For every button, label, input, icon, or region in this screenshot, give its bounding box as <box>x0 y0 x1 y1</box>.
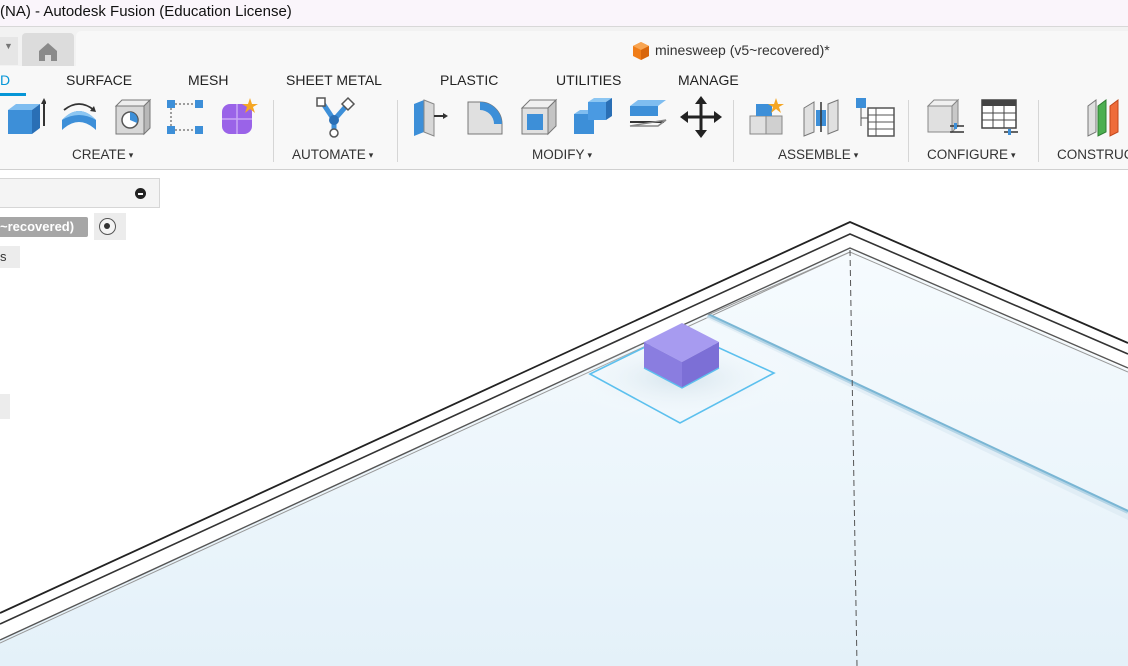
tab-utilities[interactable]: UTILITIES <box>556 72 621 88</box>
dropdown-arrow-icon: ▾ <box>128 150 134 160</box>
configuration-table-icon[interactable] <box>978 96 1020 138</box>
title-bar: (NA) - Autodesk Fusion (Education Licens… <box>0 0 1128 26</box>
ribbon-separator <box>1038 100 1039 162</box>
modify-group-dropdown[interactable]: MODIFY ▾ <box>532 147 592 162</box>
design-canvas[interactable] <box>0 171 1128 666</box>
document-tab[interactable]: minesweep (v5~recovered)* <box>76 31 1128 67</box>
collapse-icon[interactable] <box>135 188 146 199</box>
assemble-label: ASSEMBLE <box>778 147 851 162</box>
construct-group-dropdown[interactable]: CONSTRUC <box>1057 147 1128 162</box>
ribbon-separator <box>733 100 734 162</box>
home-icon <box>39 43 57 61</box>
shell-icon[interactable] <box>518 96 560 138</box>
create-label: CREATE <box>72 147 126 162</box>
browser-root-node[interactable]: ~recovered) <box>0 217 89 237</box>
browser-node-partial[interactable] <box>0 394 10 419</box>
configure-group-dropdown[interactable]: CONFIGURE ▾ <box>927 147 1016 162</box>
bill-of-materials-icon[interactable] <box>854 96 896 138</box>
ribbon-separator <box>908 100 909 162</box>
activate-component-toggle[interactable] <box>94 213 126 240</box>
tab-mesh[interactable]: MESH <box>188 72 228 88</box>
design-file-icon <box>633 42 649 60</box>
move-icon[interactable] <box>680 96 722 138</box>
create-form-icon[interactable] <box>218 96 260 138</box>
hole-icon[interactable] <box>112 96 154 138</box>
automate-label: AUTOMATE <box>292 147 366 162</box>
tab-plastic[interactable]: PLASTIC <box>440 72 498 88</box>
browser-panel-header <box>0 178 160 208</box>
dropdown-arrow-icon: ▾ <box>1011 150 1016 160</box>
assemble-group-dropdown[interactable]: ASSEMBLE ▾ <box>778 147 858 162</box>
tab-solid[interactable]: D <box>0 72 10 88</box>
ribbon-separator <box>397 100 398 162</box>
dropdown-arrow-icon: ▾ <box>587 150 593 160</box>
automate-icon[interactable] <box>314 96 356 138</box>
modify-label: MODIFY <box>532 147 585 162</box>
create-group-dropdown[interactable]: CREATE ▾ <box>72 147 133 162</box>
dropdown-arrow-icon: ▾ <box>853 150 859 160</box>
tab-manage[interactable]: MANAGE <box>678 72 739 88</box>
radio-icon <box>99 218 116 235</box>
caret-down-icon: ▼ <box>4 41 13 51</box>
automate-group-dropdown[interactable]: AUTOMATE ▾ <box>292 147 373 162</box>
offset-face-icon[interactable] <box>626 96 668 138</box>
browser-child-node[interactable]: s <box>0 246 20 268</box>
extrude-icon[interactable] <box>4 96 46 138</box>
home-tab[interactable] <box>22 33 74 67</box>
document-tab-strip: ▼ minesweep (v5~recovered)* <box>0 26 1128 67</box>
combine-icon[interactable] <box>572 96 614 138</box>
dropdown-arrow-icon: ▾ <box>368 150 374 160</box>
ribbon-separator <box>273 100 274 162</box>
tab-list-dropdown[interactable]: ▼ <box>0 37 18 65</box>
canvas-viewport[interactable] <box>0 171 1128 666</box>
new-component-icon[interactable] <box>746 96 788 138</box>
fillet-icon[interactable] <box>464 96 506 138</box>
configure-label: CONFIGURE <box>927 147 1008 162</box>
revolve-icon[interactable] <box>58 96 100 138</box>
offset-plane-icon[interactable] <box>1084 96 1128 138</box>
board-body[interactable] <box>0 221 1128 666</box>
tab-surface[interactable]: SURFACE <box>66 72 132 88</box>
configure-design-icon[interactable] <box>924 96 966 138</box>
tab-sheet-metal[interactable]: SHEET METAL <box>286 72 382 88</box>
pattern-icon[interactable] <box>164 96 206 138</box>
press-pull-icon[interactable] <box>410 96 452 138</box>
document-title: minesweep (v5~recovered)* <box>655 42 830 58</box>
joint-icon[interactable] <box>800 96 842 138</box>
window-title: (NA) - Autodesk Fusion (Education Licens… <box>0 3 292 20</box>
